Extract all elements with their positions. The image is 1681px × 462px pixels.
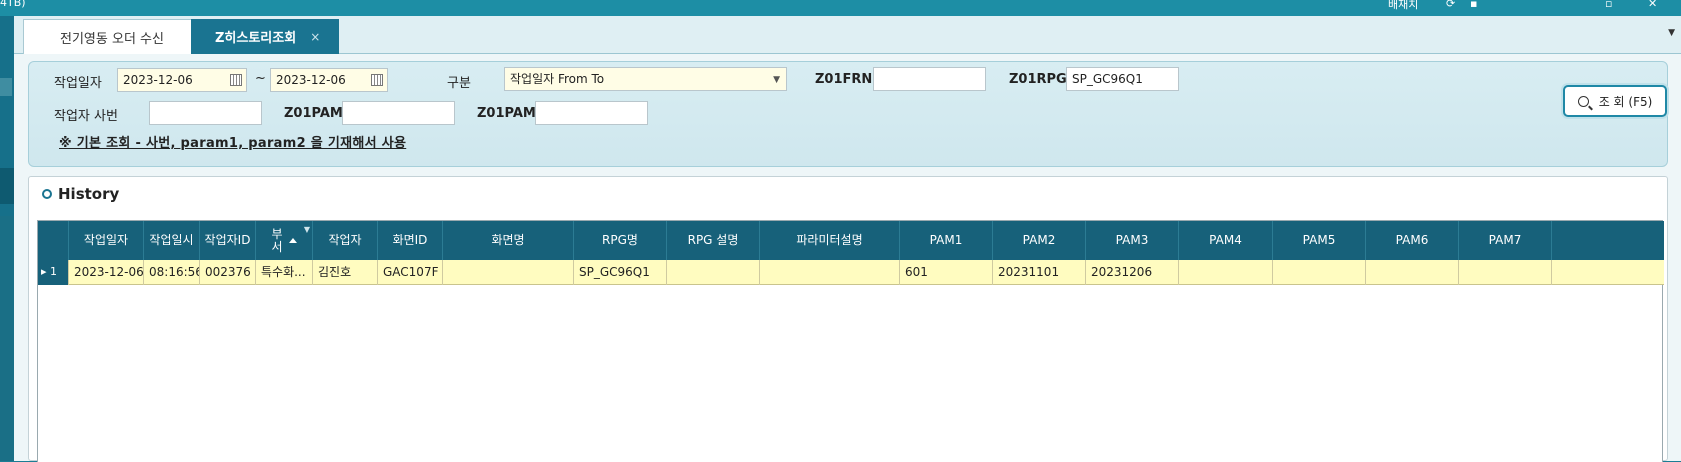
tab-electrophoresis-order[interactable]: 전기영동 오더 수신	[23, 19, 201, 54]
row-header-corner	[38, 221, 69, 260]
main-content: 전기영동 오더 수신 Z히스토리조회 × ▼ 작업일자 2023-12-06 ~…	[14, 16, 1681, 462]
col-header-dept[interactable]: 부 서 ▼	[256, 221, 313, 260]
date-from-input[interactable]: 2023-12-06	[117, 68, 247, 92]
search-button-label: 조 회 (F5)	[1598, 94, 1653, 109]
gubun-select[interactable]: 작업일자 From To ▼	[504, 67, 787, 91]
history-title-text: History	[58, 185, 120, 203]
z01pam1-input[interactable]	[342, 101, 455, 125]
date-separator: ~	[255, 71, 266, 86]
cell-pam6[interactable]	[1366, 260, 1459, 285]
worker-no-label: 작업자 사번	[54, 109, 118, 124]
col-header-rpg-desc[interactable]: RPG 설명	[667, 221, 760, 260]
close-tab-icon[interactable]: ×	[310, 30, 320, 44]
left-navigation-strip	[0, 16, 14, 461]
col-header-work-time[interactable]: 작업일시	[144, 221, 200, 260]
worker-no-input[interactable]	[149, 101, 262, 125]
cell-pam7[interactable]	[1459, 260, 1552, 285]
col-header-pam2[interactable]: PAM2	[993, 221, 1086, 260]
sort-ascending-icon	[288, 238, 297, 243]
cell-rpg-desc[interactable]	[667, 260, 760, 285]
date-from-value: 2023-12-06	[123, 73, 193, 87]
search-icon	[1577, 95, 1589, 107]
cell-worker-id[interactable]: 002376	[200, 260, 256, 285]
tab-label: 전기영동 오더 수신	[60, 31, 164, 47]
col-header-pam5[interactable]: PAM5	[1273, 221, 1366, 260]
date-to-input[interactable]: 2023-12-06	[270, 68, 388, 92]
z01pam2-input[interactable]	[535, 101, 648, 125]
table-row[interactable]: ▸ 1 2023-12-06 08:16:56 002376 특수화... 김진…	[38, 260, 1664, 285]
cell-work-time[interactable]: 08:16:56	[144, 260, 200, 285]
cell-rpg-name[interactable]: SP_GC96Q1	[574, 260, 667, 285]
tab-bar: 전기영동 오더 수신 Z히스토리조회 × ▼	[14, 16, 1681, 54]
cell-work-date[interactable]: 2023-12-06	[69, 260, 144, 285]
close-window-icon[interactable]: ✕	[1648, 0, 1657, 10]
row-indicator[interactable]: ▸ 1	[38, 260, 69, 285]
calendar-icon[interactable]	[230, 74, 242, 86]
nav-block[interactable]	[0, 78, 12, 96]
col-header-pam1[interactable]: PAM1	[900, 221, 993, 260]
col-header-worker[interactable]: 작업자	[313, 221, 378, 260]
col-header-pam7[interactable]: PAM7	[1459, 221, 1552, 260]
row-index: 1	[50, 265, 58, 278]
cell-pam4[interactable]	[1179, 260, 1273, 285]
search-panel: 작업일자 2023-12-06 ~ 2023-12-06 구분 작업일자 Fro…	[28, 61, 1668, 167]
search-button[interactable]: 조 회 (F5)	[1563, 85, 1667, 117]
z01rpgm-value: SP_GC96Q1	[1072, 72, 1143, 86]
gubun-selected-value: 작업일자 From To	[510, 72, 605, 86]
col-header-worker-id[interactable]: 작업자ID	[200, 221, 256, 260]
calendar-icon[interactable]	[371, 74, 383, 86]
nav-block-active[interactable]	[0, 168, 14, 204]
history-grid[interactable]: 작업일자 작업일시 작업자ID 부 서 ▼ 작업자 화면ID 화면명 RPG명 …	[37, 220, 1664, 462]
col-header-dept-text: 부 서	[271, 226, 283, 254]
cell-pam2[interactable]: 20231101	[993, 260, 1086, 285]
headset-icon[interactable]: ⟳	[1446, 0, 1455, 10]
cell-screen-name[interactable]	[443, 260, 574, 285]
user-name: 배재치	[1388, 0, 1419, 11]
cell-screen-id[interactable]: GAC107F	[378, 260, 443, 285]
col-header-screen-name[interactable]: 화면명	[443, 221, 574, 260]
history-panel: History 작업일자 작업일시 작업자ID 부 서 ▼ 작업자 화면ID 화…	[28, 176, 1668, 462]
col-header-param-desc[interactable]: 파라미터설명	[760, 221, 900, 260]
tab-label: Z히스토리조회	[215, 31, 297, 46]
section-bullet-icon	[42, 189, 52, 199]
col-header-pam3[interactable]: PAM3	[1086, 221, 1179, 260]
cell-param-desc[interactable]	[760, 260, 900, 285]
cell-pam5[interactable]	[1273, 260, 1366, 285]
date-to-value: 2023-12-06	[276, 73, 346, 87]
tab-list-dropdown-icon[interactable]: ▼	[1668, 28, 1675, 38]
col-header-work-date[interactable]: 작업일자	[69, 221, 144, 260]
row-pointer-icon: ▸	[41, 265, 47, 278]
col-header-screen-id[interactable]: 화면ID	[378, 221, 443, 260]
col-header-rpg-name[interactable]: RPG명	[574, 221, 667, 260]
filter-icon[interactable]: ▼	[304, 223, 310, 236]
nav-block	[0, 216, 14, 461]
grid-header: 작업일자 작업일시 작업자ID 부 서 ▼ 작업자 화면ID 화면명 RPG명 …	[38, 221, 1664, 260]
col-header-pam4[interactable]: PAM4	[1179, 221, 1273, 260]
cell-pam3[interactable]: 20231206	[1086, 260, 1179, 285]
notification-icon[interactable]: ▪	[1470, 0, 1477, 10]
history-title: History	[42, 185, 119, 203]
z01frnm-input[interactable]	[873, 67, 986, 91]
cell-worker[interactable]: 김진호	[313, 260, 378, 285]
col-header-pam6[interactable]: PAM6	[1366, 221, 1459, 260]
cell-dept[interactable]: 특수화...	[256, 260, 313, 285]
cell-pam1[interactable]: 601	[900, 260, 993, 285]
tab-z-history[interactable]: Z히스토리조회 ×	[191, 19, 339, 54]
window-titlebar: 4TB) 배재치 ⟳ ▪ ▫ ✕	[0, 0, 1681, 16]
window-title: 4TB)	[0, 0, 26, 9]
search-note: ※ 기본 조회 - 사번, param1, param2 을 기재해서 사용	[59, 136, 407, 151]
minimize-icon[interactable]: ▫	[1605, 0, 1612, 10]
gubun-label: 구분	[447, 76, 471, 91]
work-date-label: 작업일자	[54, 76, 102, 91]
chevron-down-icon[interactable]: ▼	[773, 69, 780, 91]
z01rpgm-input[interactable]: SP_GC96Q1	[1066, 67, 1179, 91]
